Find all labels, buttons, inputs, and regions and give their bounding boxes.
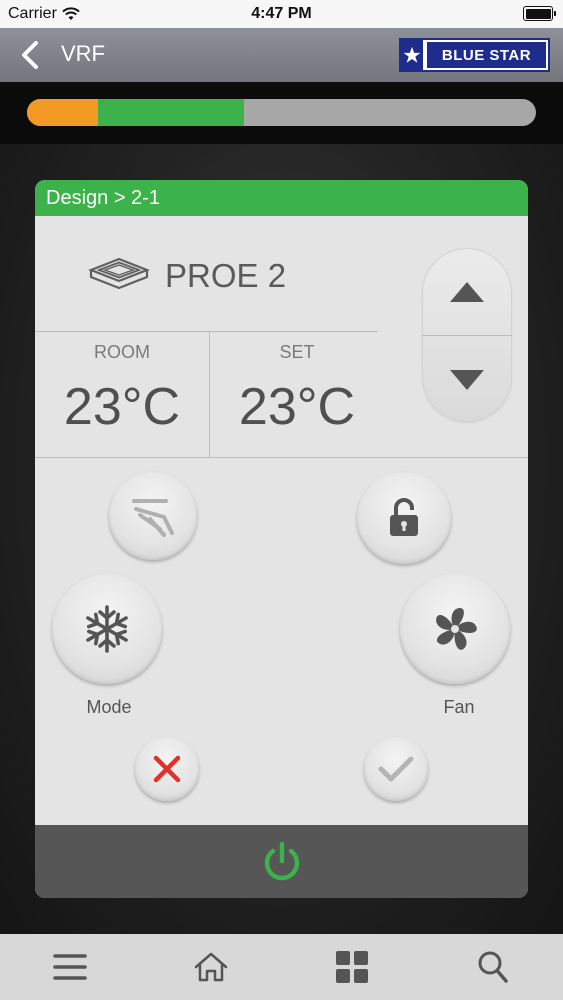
tab-grid[interactable] — [322, 942, 382, 992]
carrier-label: Carrier — [8, 5, 57, 22]
temperature-down-button[interactable] — [422, 336, 512, 423]
triangle-up-icon — [450, 281, 484, 302]
temperature-up-button[interactable] — [422, 248, 512, 335]
unit-name: PROE 2 — [165, 257, 287, 294]
set-temperature-value: 23°C — [238, 378, 356, 436]
set-label: SET — [279, 342, 315, 362]
back-button[interactable] — [18, 40, 44, 70]
progress-bar — [27, 99, 536, 126]
grid-icon — [335, 951, 368, 983]
tab-home[interactable] — [181, 942, 241, 992]
mode-button[interactable] — [52, 574, 162, 684]
cancel-icon — [153, 755, 181, 783]
unlock-icon — [390, 498, 418, 536]
unit-control-card: Design > 2-1 PROE 2 ROOM 23°C SET 23°C M… — [35, 180, 528, 898]
fan-icon — [436, 607, 477, 650]
menu-icon — [53, 954, 88, 980]
power-button[interactable] — [252, 832, 312, 892]
swing-button[interactable] — [109, 472, 197, 560]
divider — [35, 457, 528, 458]
check-icon — [378, 756, 414, 782]
divider — [35, 331, 378, 332]
navigation-bar: VRF BLUE STAR — [0, 28, 563, 82]
power-icon — [264, 841, 299, 880]
progress-area — [0, 82, 563, 144]
battery-icon — [523, 6, 556, 21]
star-icon — [401, 40, 425, 70]
breadcrumb: Design > 2-1 — [35, 180, 528, 216]
status-bar: Carrier 4:47 PM — [0, 0, 563, 28]
tab-search[interactable] — [463, 942, 523, 992]
confirm-button[interactable] — [364, 737, 428, 801]
snowflake-icon — [86, 605, 128, 653]
fan-label: Fan — [443, 697, 475, 717]
temperature-stepper — [422, 248, 512, 422]
progress-segment-green — [98, 99, 244, 126]
tab-bar — [0, 934, 563, 1000]
set-temperature-block: SET 23°C — [210, 342, 384, 437]
lock-button[interactable] — [357, 472, 451, 564]
room-temperature-block: ROOM 23°C — [35, 342, 209, 437]
back-chevron-icon — [22, 41, 38, 69]
wifi-icon — [62, 7, 80, 20]
swing-icon — [132, 499, 174, 537]
progress-segment-orange — [27, 99, 98, 126]
status-time: 4:47 PM — [251, 5, 312, 22]
page-title: VRF — [61, 41, 105, 66]
room-label: ROOM — [94, 342, 150, 362]
power-bar — [35, 825, 528, 898]
cassette-unit-icon — [87, 257, 151, 290]
search-icon — [478, 951, 508, 983]
brand-name: BLUE STAR — [427, 42, 546, 68]
mode-label: Mode — [86, 697, 132, 717]
room-temperature-value: 23°C — [63, 378, 181, 436]
fan-button[interactable] — [400, 574, 510, 684]
carrier-info: Carrier — [8, 5, 80, 23]
unit-title-row: PROE 2 — [87, 256, 286, 296]
cancel-button[interactable] — [135, 737, 199, 801]
home-icon — [194, 952, 228, 982]
triangle-down-icon — [450, 369, 484, 390]
tab-menu[interactable] — [40, 942, 100, 992]
brand-logo: BLUE STAR — [399, 38, 550, 72]
